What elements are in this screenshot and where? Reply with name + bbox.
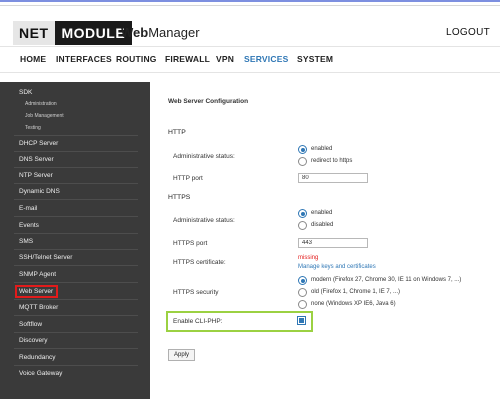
https-port-input[interactable] <box>298 238 368 248</box>
sidebar-subitem-testing[interactable]: Testing <box>25 125 41 131</box>
cli-php-label: Enable CLI-PHP: <box>173 318 223 325</box>
https-security-label: HTTPS security <box>173 289 219 296</box>
http-port-input[interactable] <box>298 173 368 183</box>
security-modern-label: modern (Firefox 27, Chrome 30, IE 11 on … <box>311 277 462 283</box>
nav-system[interactable]: SYSTEM <box>297 54 333 64</box>
app-title: WebManager <box>121 25 200 40</box>
https-certificate-label: HTTPS certificate: <box>173 259 226 266</box>
sidebar-item-ntp-server[interactable]: NTP Server <box>19 172 53 179</box>
nav-services[interactable]: SERVICES <box>244 54 288 64</box>
sidebar-item-web-server[interactable]: Web Server <box>19 288 53 295</box>
apply-button[interactable]: Apply <box>168 349 196 361</box>
sidebar-item-redundancy[interactable]: Redundancy <box>19 354 56 361</box>
sidebar-item-events[interactable]: Events <box>19 222 39 229</box>
nav-home[interactable]: HOME <box>20 54 46 64</box>
security-old-label: old (Firefox 1, Chrome 1, IE 7, ...) <box>311 289 401 295</box>
sidebar-item-dynamic-dns[interactable]: Dynamic DNS <box>19 188 60 195</box>
security-modern-radio[interactable] <box>298 276 307 285</box>
security-none-label: none (Windows XP IE6, Java 6) <box>311 301 396 307</box>
sidebar-divider <box>14 249 138 250</box>
http-admin-status-label: Administrative status: <box>173 153 235 160</box>
sidebar-divider <box>14 151 138 152</box>
sidebar-subitem-administration[interactable]: Administration <box>25 101 57 107</box>
sidebar-divider <box>14 167 138 168</box>
sidebar-item-sms[interactable]: SMS <box>19 238 33 245</box>
nav-interfaces[interactable]: INTERFACES <box>56 54 112 64</box>
sidebar-divider <box>14 216 138 217</box>
https-admin-status-label: Administrative status: <box>173 217 235 224</box>
https-disabled-radio[interactable] <box>298 221 307 230</box>
sidebar-divider <box>14 282 138 283</box>
page-title: Web Server Configuration <box>168 98 249 105</box>
security-none-radio[interactable] <box>298 300 307 309</box>
sidebar-subitem-job-management[interactable]: Job Management <box>25 113 64 119</box>
header: NET MODULE WebManager LOGOUT <box>0 6 500 46</box>
sidebar-item-sdk[interactable]: SDK <box>19 89 32 96</box>
sidebar-divider <box>14 348 138 349</box>
sidebar-item-snmp-agent[interactable]: SNMP Agent <box>19 271 56 278</box>
sidebar-divider <box>14 183 138 184</box>
sidebar-item-ssh-telnet-server[interactable]: SSH/Telnet Server <box>19 254 72 261</box>
checkbox-check-mark <box>299 318 304 323</box>
sidebar-divider <box>14 135 138 136</box>
section-https: HTTPS <box>168 194 191 201</box>
sidebar-divider <box>14 365 138 366</box>
cli-php-checkbox[interactable] <box>297 316 306 325</box>
sidebar-item-discovery[interactable]: Discovery <box>19 337 48 344</box>
https-enabled-radio[interactable] <box>298 209 307 218</box>
certificate-status: missing <box>298 255 319 261</box>
nav-routing[interactable]: ROUTING <box>116 54 157 64</box>
section-http: HTTP <box>168 129 186 136</box>
sidebar-divider <box>14 315 138 316</box>
sidebar-item-dhcp-server[interactable]: DHCP Server <box>19 140 58 147</box>
http-port-label: HTTP port <box>173 175 203 182</box>
https-port-label: HTTPS port <box>173 240 208 247</box>
main-nav: HOME INTERFACES ROUTING FIREWALL VPN SER… <box>0 46 500 73</box>
sidebar-divider <box>14 199 138 200</box>
sidebar-item-email[interactable]: E-mail <box>19 205 37 212</box>
sidebar-item-dns-server[interactable]: DNS Server <box>19 156 54 163</box>
sidebar-divider <box>14 233 138 234</box>
app-title-bold: Web <box>121 25 149 40</box>
sidebar-divider <box>14 299 138 300</box>
sidebar-divider <box>14 332 138 333</box>
nav-firewall[interactable]: FIREWALL <box>165 54 210 64</box>
https-enabled-label: enabled <box>311 210 333 216</box>
sidebar-item-voice-gateway[interactable]: Voice Gateway <box>19 370 62 377</box>
sidebar-item-softflow[interactable]: Softflow <box>19 321 42 328</box>
sidebar-item-mqtt-broker[interactable]: MQTT Broker <box>19 304 58 311</box>
http-redirect-label: redirect to https <box>311 158 353 164</box>
logout-link[interactable]: LOGOUT <box>446 27 490 38</box>
http-enabled-label: enabled <box>311 146 333 152</box>
nav-vpn[interactable]: VPN <box>216 54 234 64</box>
http-redirect-radio[interactable] <box>298 157 307 166</box>
logo-net: NET <box>13 21 55 45</box>
sidebar-divider <box>14 265 138 266</box>
netmodule-logo[interactable]: NET MODULE <box>13 21 133 45</box>
https-disabled-label: disabled <box>311 222 334 228</box>
security-old-radio[interactable] <box>298 288 307 297</box>
http-enabled-radio[interactable] <box>298 145 307 154</box>
app-title-rest: Manager <box>148 25 200 40</box>
manage-certificates-link[interactable]: Manage keys and certificates <box>298 264 376 270</box>
